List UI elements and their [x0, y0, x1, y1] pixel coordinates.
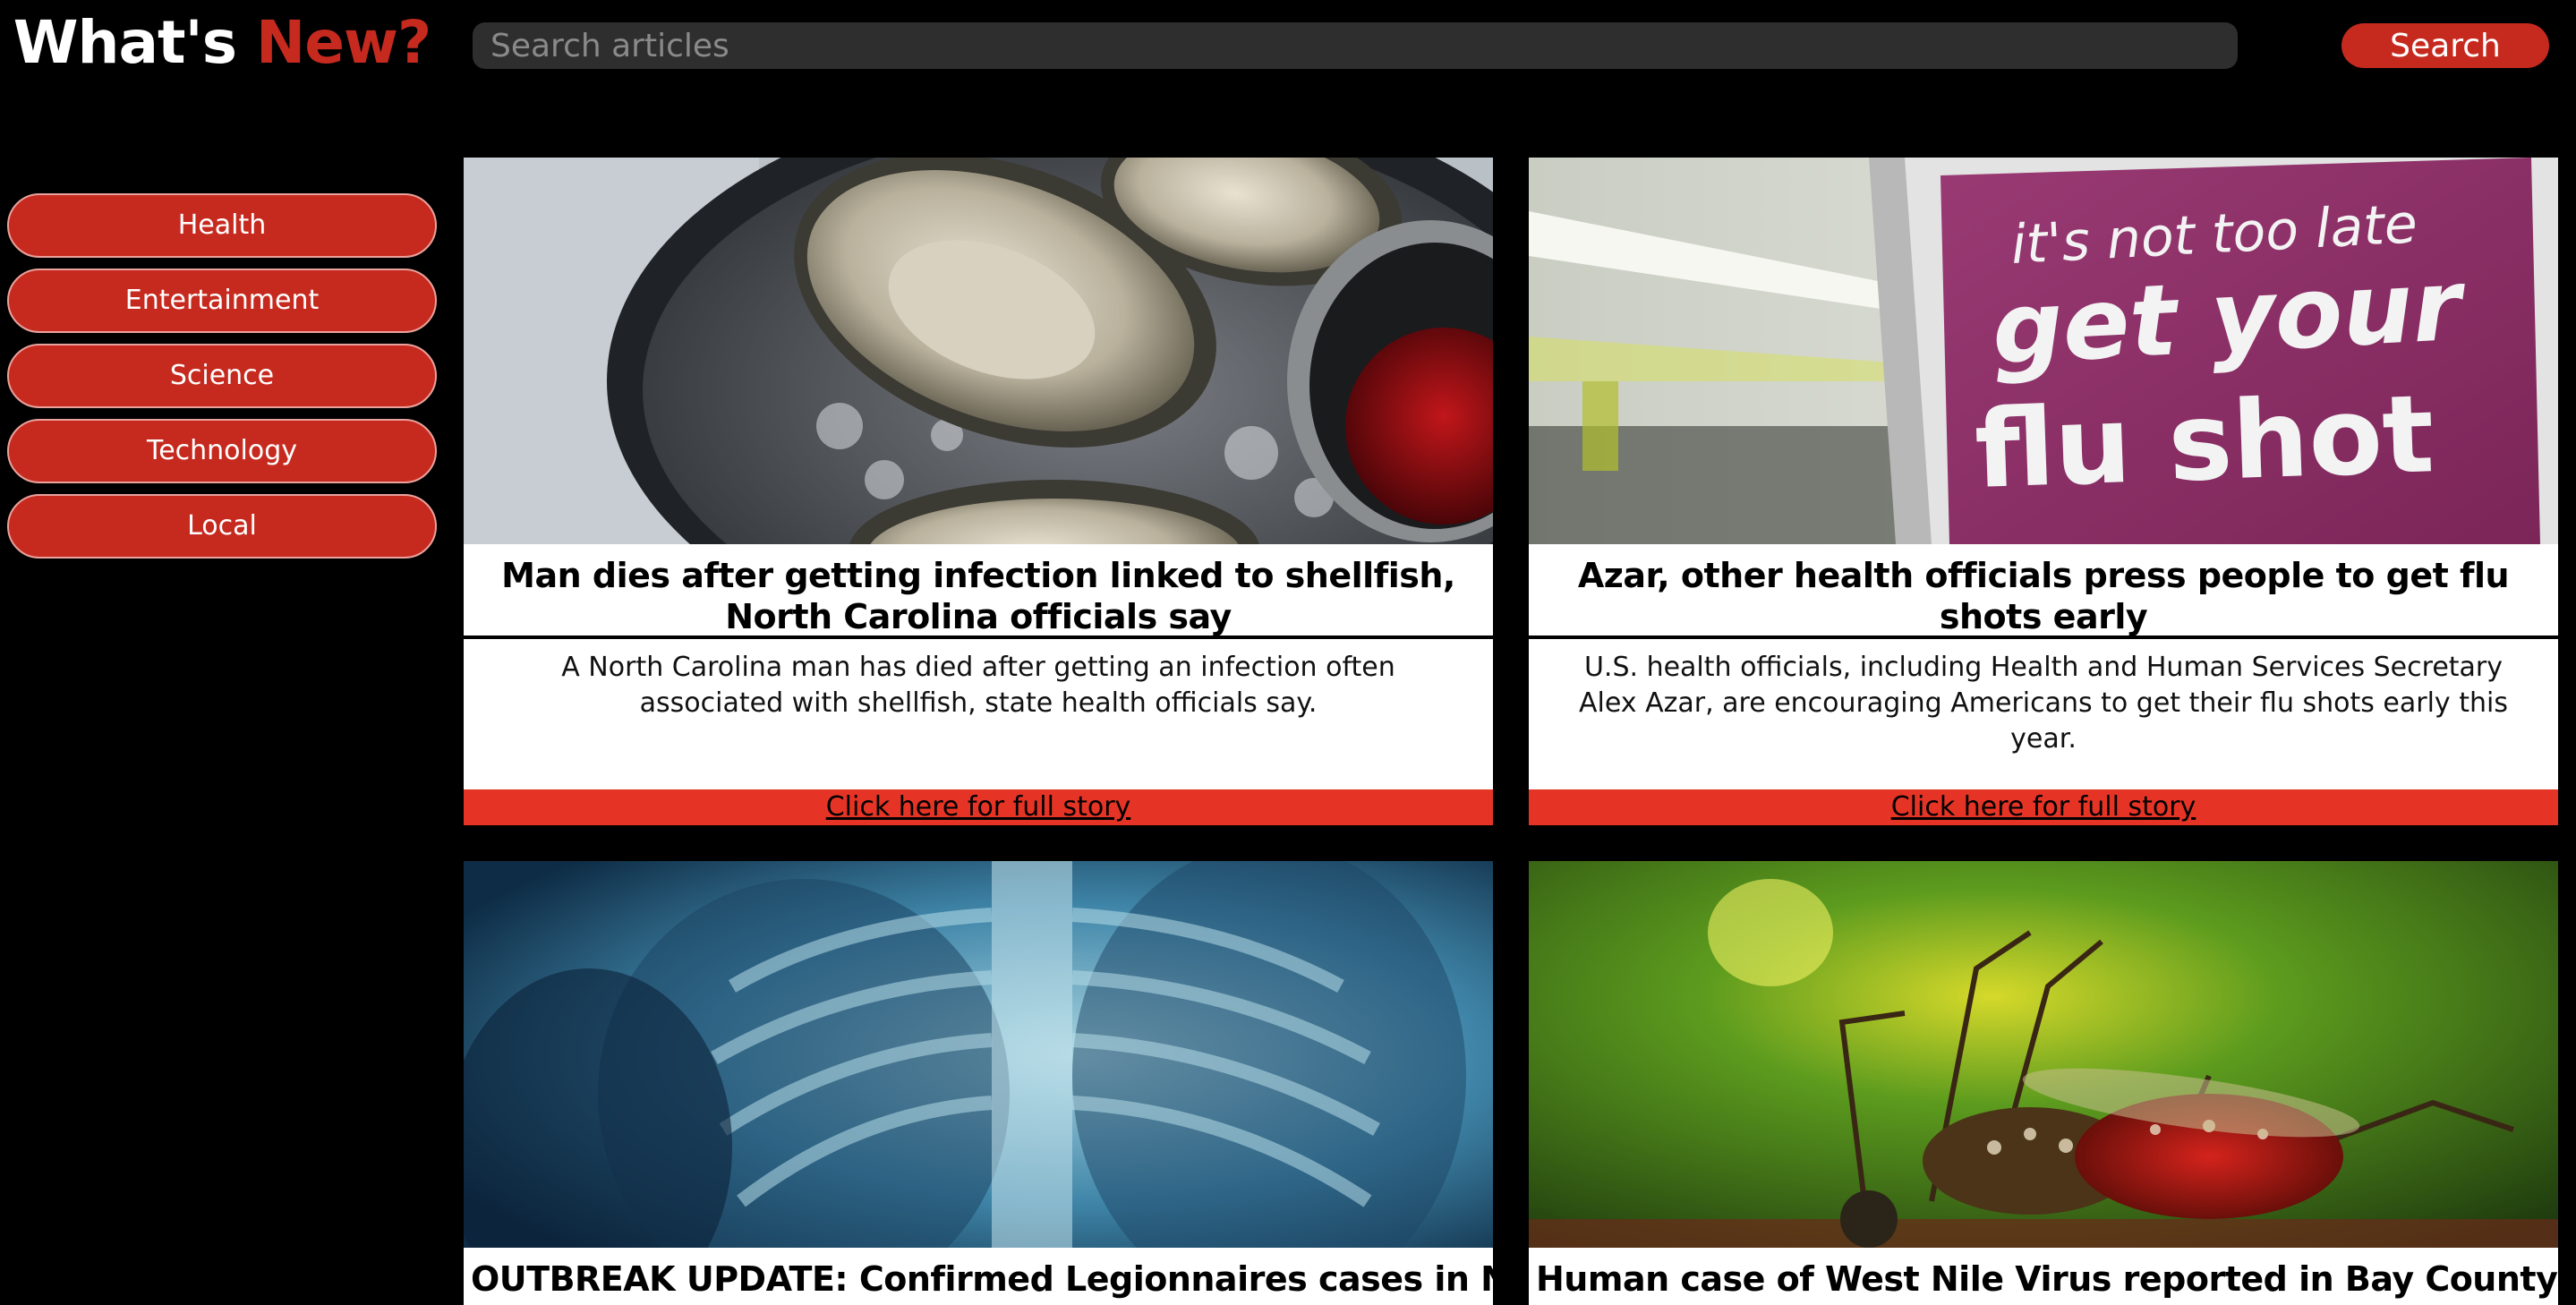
article-headline[interactable]: OUTBREAK UPDATE: Confirmed Legionnaires … [464, 1248, 1493, 1300]
full-story-bar: Click here for full story [1529, 789, 2558, 825]
article-headline[interactable]: Azar, other health officials press peopl… [1529, 544, 2558, 636]
full-story-link[interactable]: Click here for full story [826, 791, 1131, 823]
article-headline[interactable]: Human case of West Nile Virus reported i… [1529, 1248, 2558, 1300]
search-input[interactable] [473, 22, 2238, 69]
article-image-chest-xray[interactable] [464, 861, 1493, 1248]
full-story-link[interactable]: Click here for full story [1891, 791, 2196, 823]
article-card: Man dies after getting infection linked … [464, 158, 1493, 825]
article-image-flu-shot-sign[interactable]: it's not too late get your flu shot [1529, 158, 2558, 544]
logo-main-text: What's [13, 8, 237, 77]
article-image-oysters[interactable] [464, 158, 1493, 544]
article-card: Human case of West Nile Virus reported i… [1529, 861, 2558, 1305]
article-headline[interactable]: Man dies after getting infection linked … [464, 544, 1493, 636]
article-card: it's not too late get your flu shot Azar… [1529, 158, 2558, 825]
sidebar-item-technology[interactable]: Technology [7, 419, 437, 483]
sign-line-3: flu shot [1973, 372, 2435, 513]
article-image-mosquito[interactable] [1529, 861, 2558, 1248]
full-story-bar: Click here for full story [464, 789, 1493, 825]
logo-accent-text: New? [256, 8, 431, 77]
article-card: OUTBREAK UPDATE: Confirmed Legionnaires … [464, 861, 1493, 1305]
site-logo[interactable]: What's New? [0, 7, 444, 79]
sidebar-item-entertainment[interactable]: Entertainment [7, 269, 437, 333]
search-button[interactable]: Search [2341, 23, 2549, 68]
sidebar-item-local[interactable]: Local [7, 494, 437, 559]
sidebar-item-science[interactable]: Science [7, 344, 437, 408]
article-summary: A North Carolina man has died after gett… [561, 652, 1395, 719]
sidebar-item-health[interactable]: Health [7, 193, 437, 258]
category-sidebar: Health Entertainment Science Technology … [7, 193, 437, 569]
article-summary: U.S. health officials, including Health … [1579, 652, 2508, 755]
